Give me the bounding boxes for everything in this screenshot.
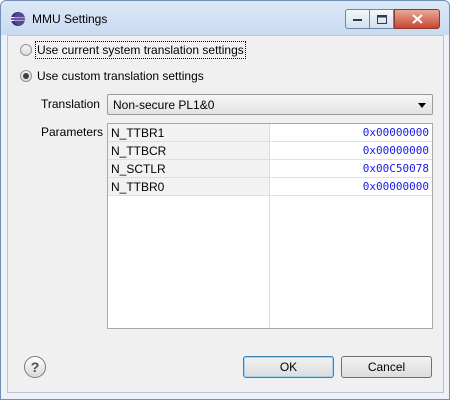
chevron-down-icon: [418, 103, 426, 108]
param-name: N_TTBCR: [108, 142, 269, 159]
radio-custom[interactable]: [20, 70, 32, 82]
radio-current[interactable]: [20, 44, 32, 56]
close-button[interactable]: [394, 9, 440, 29]
minimize-icon: [353, 18, 362, 21]
param-name: N_TTBR0: [108, 178, 269, 195]
param-value[interactable]: 0x00000000: [270, 124, 432, 141]
help-button[interactable]: ?: [24, 356, 46, 378]
table-row[interactable]: N_TTBR1 0x00000000: [108, 124, 432, 142]
ok-button-label: OK: [279, 360, 298, 374]
param-value[interactable]: 0x00000000: [270, 142, 432, 159]
table-row[interactable]: N_TTBCR 0x00000000: [108, 142, 432, 160]
option-current-label: Use current system translation settings: [35, 41, 246, 59]
dialog-window: MMU Settings Use current system translat…: [0, 0, 450, 400]
minimize-button[interactable]: [345, 9, 370, 29]
cancel-button-label: Cancel: [367, 360, 406, 374]
param-name: N_SCTLR: [108, 160, 269, 177]
eclipse-icon: [11, 12, 25, 26]
maximize-button[interactable]: [369, 9, 394, 29]
translation-select[interactable]: Non-secure PL1&0: [107, 94, 433, 115]
ok-button[interactable]: OK: [243, 356, 334, 378]
window-title: MMU Settings: [32, 12, 108, 26]
translation-label: Translation: [41, 97, 100, 111]
parameters-table[interactable]: N_TTBR1 0x00000000 N_TTBCR 0x00000000 N_…: [107, 123, 433, 329]
table-row[interactable]: N_TTBR0 0x00000000: [108, 178, 432, 196]
param-value[interactable]: 0x00C50078: [270, 160, 432, 177]
translation-value: Non-secure PL1&0: [113, 98, 215, 112]
help-icon: ?: [30, 359, 40, 375]
option-current-system[interactable]: Use current system translation settings: [20, 41, 246, 59]
parameters-label: Parameters: [41, 125, 104, 139]
table-row[interactable]: N_SCTLR 0x00C50078: [108, 160, 432, 178]
option-custom-label: Use custom translation settings: [37, 69, 204, 83]
dialog-content: Use current system translation settings …: [7, 35, 444, 393]
maximize-icon: [376, 14, 387, 24]
param-name: N_TTBR1: [108, 124, 269, 141]
param-value[interactable]: 0x00000000: [270, 178, 432, 195]
title-bar[interactable]: MMU Settings: [1, 1, 449, 35]
close-icon: [411, 14, 423, 24]
option-custom[interactable]: Use custom translation settings: [20, 69, 204, 83]
cancel-button[interactable]: Cancel: [341, 356, 432, 378]
